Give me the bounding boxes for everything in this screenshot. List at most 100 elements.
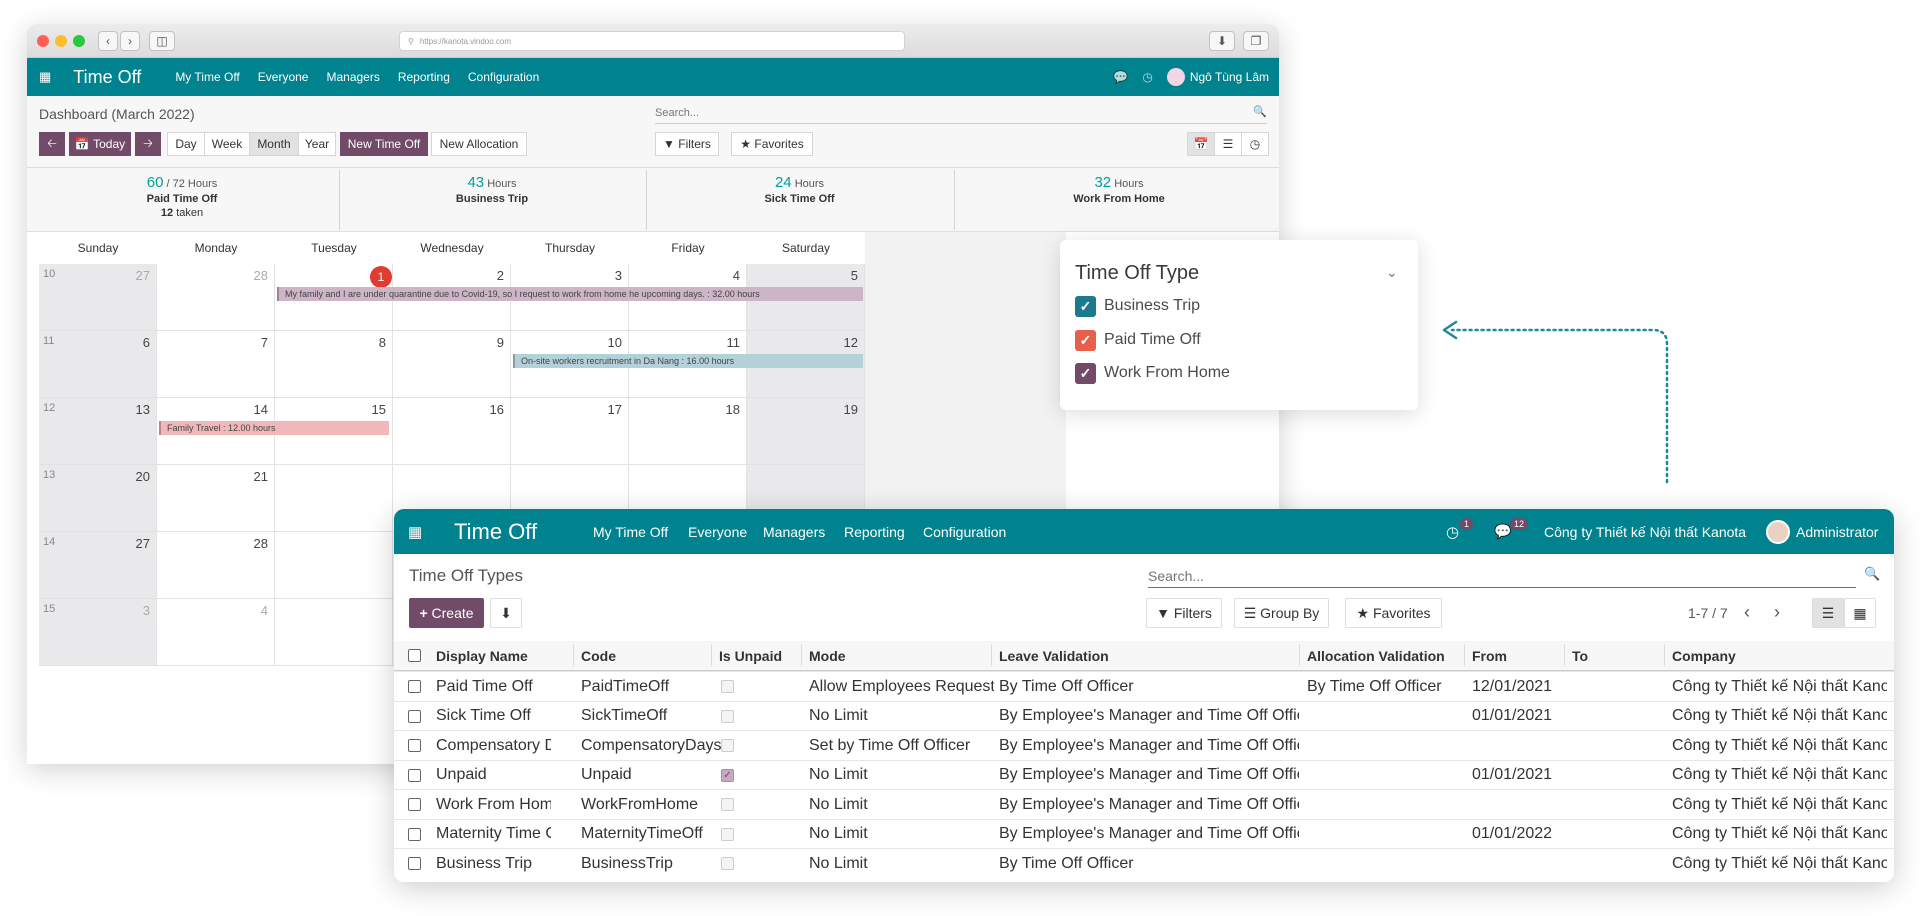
row-checkbox[interactable] (408, 827, 421, 841)
column-header[interactable]: Is Unpaid (719, 641, 789, 670)
select-all-checkbox[interactable] (408, 649, 421, 662)
company-switcher[interactable]: Công ty Thiết kế Nội thất Kanota (1544, 524, 1746, 540)
row-checkbox[interactable] (408, 709, 421, 723)
checkbox-checked-icon[interactable]: ✓ (1075, 362, 1096, 384)
menu-reporting[interactable]: Reporting (844, 524, 905, 540)
list-view-icon[interactable]: ☰ (1214, 132, 1242, 156)
apps-menu-icon[interactable]: ▦ (408, 523, 422, 541)
forward-arrow-icon[interactable]: › (120, 31, 140, 51)
calendar-day-cell[interactable]: 4 (157, 599, 275, 666)
minimize-window-icon[interactable] (55, 35, 67, 47)
row-checkbox[interactable] (408, 680, 421, 693)
new-time-off-button[interactable]: New Time Off (340, 132, 428, 156)
view-week[interactable]: Week (204, 132, 250, 156)
tabs-overview-icon[interactable]: ❐ (1243, 31, 1269, 51)
chat-icon[interactable]: 💬 (1113, 70, 1128, 84)
menu-managers[interactable]: Managers (763, 524, 825, 540)
column-header[interactable]: Leave Validation (999, 641, 1299, 670)
url-bar[interactable]: ⚲ https://kanota.vindoo.com (399, 31, 905, 51)
menu-my-time-off[interactable]: My Time Off (593, 524, 668, 540)
column-header[interactable]: From (1472, 641, 1562, 670)
clock-icon[interactable]: ◷ (1142, 70, 1152, 84)
view-year[interactable]: Year (298, 132, 336, 156)
filter-business-trip[interactable]: ✓ Business Trip (1075, 295, 1200, 317)
calendar-day-cell[interactable]: 28 (157, 264, 275, 331)
calendar-day-cell[interactable]: 28 (157, 532, 275, 599)
calendar-day-cell[interactable]: 9 (393, 331, 511, 398)
table-row[interactable]: Business Trip BusinessTrip No Limit By Time… (394, 848, 1894, 878)
download-icon[interactable]: ⬇ (490, 598, 522, 628)
view-month[interactable]: Month (249, 132, 299, 156)
column-header[interactable]: Allocation Validation (1307, 641, 1462, 670)
calendar-day-cell[interactable]: 7 (157, 331, 275, 398)
favorites-button[interactable]: ★ Favorites (731, 132, 813, 156)
calendar-day-cell[interactable]: 3 15 (39, 599, 157, 666)
table-row[interactable]: Paid Time Off PaidTimeOff Allow Employees … (394, 671, 1894, 701)
calendar-day-cell[interactable]: 27 14 (39, 532, 157, 599)
calendar-day-cell[interactable] (275, 599, 393, 666)
calendar-day-cell[interactable]: 20 13 (39, 465, 157, 532)
calendar-day-cell[interactable]: 6 11 (39, 331, 157, 398)
download-icon[interactable]: ⬇ (1209, 31, 1235, 51)
calendar-event[interactable]: On-site workers recruitment in Da Nang :… (513, 354, 863, 368)
chevron-down-icon[interactable]: ⌄ (1386, 264, 1398, 281)
table-row[interactable]: Maternity Time Off MaternityTimeOff No Lim… (394, 818, 1894, 849)
sidebar-toggle-icon[interactable]: ◫ (149, 31, 175, 51)
filter-work-from-home[interactable]: ✓ Work From Home (1075, 362, 1230, 384)
row-checkbox[interactable] (408, 768, 421, 782)
list-view-icon[interactable]: ☰ (1812, 598, 1844, 628)
next-page-icon[interactable]: › (1774, 602, 1780, 623)
search-input[interactable] (655, 102, 1267, 124)
menu-everyone[interactable]: Everyone (258, 70, 309, 84)
calendar-day-cell[interactable] (275, 532, 393, 599)
menu-my-time-off[interactable]: My Time Off (175, 70, 239, 84)
next-arrow-icon[interactable]: 🡢 (135, 132, 161, 156)
prev-page-icon[interactable]: ‹ (1744, 602, 1750, 623)
table-row[interactable]: Work From Home WorkFromHome No Limit By Emp… (394, 789, 1894, 819)
maximize-window-icon[interactable] (73, 35, 85, 47)
app-brand[interactable]: Time Off (454, 519, 537, 545)
filters-button[interactable]: ▼ Filters (655, 132, 719, 156)
search-icon[interactable]: 🔍 (1253, 105, 1267, 118)
prev-arrow-icon[interactable]: 🡠 (39, 132, 65, 156)
column-header[interactable]: Mode (809, 641, 994, 670)
calendar-day-cell[interactable]: 19 (747, 398, 865, 465)
activity-clock-icon[interactable]: ◷ 1 (1446, 517, 1474, 541)
table-row[interactable]: Unpaid Unpaid ✓ No Limit By Employee's Manag… (394, 759, 1894, 790)
new-allocation-button[interactable]: New Allocation (431, 132, 527, 156)
table-row[interactable]: Sick Time Off SickTimeOff No Limit By Emplo… (394, 700, 1894, 731)
favorites-button[interactable]: ★ Favorites (1345, 598, 1442, 628)
calendar-day-cell[interactable] (275, 465, 393, 532)
menu-managers[interactable]: Managers (326, 70, 379, 84)
column-header[interactable]: To (1572, 641, 1662, 670)
checkbox-checked-icon[interactable]: ✓ (1075, 295, 1096, 317)
messages-icon[interactable]: 💬 12 (1494, 518, 1529, 540)
search-input[interactable] (1148, 564, 1856, 588)
calendar-day-cell[interactable]: 13 12 (39, 398, 157, 465)
filter-paid-time-off[interactable]: ✓ Paid Time Off (1075, 329, 1201, 351)
table-row[interactable]: Compensatory Days CompensatoryDays Set by … (394, 730, 1894, 760)
view-day[interactable]: Day (167, 132, 205, 156)
today-button[interactable]: 📅 Today (69, 132, 131, 156)
menu-configuration[interactable]: Configuration (468, 70, 539, 84)
back-arrow-icon[interactable]: ‹ (98, 31, 118, 51)
menu-configuration[interactable]: Configuration (923, 524, 1006, 540)
row-checkbox[interactable] (408, 798, 421, 811)
search-icon[interactable]: 🔍 (1864, 566, 1880, 582)
group-by-button[interactable]: ☰ Group By (1234, 598, 1329, 628)
column-header[interactable]: Company (1672, 641, 1887, 670)
user-menu[interactable]: Administrator (1766, 519, 1878, 544)
calendar-day-cell[interactable]: 18 (629, 398, 747, 465)
calendar-day-cell[interactable]: 16 (393, 398, 511, 465)
apps-menu-icon[interactable]: ▦ (39, 69, 51, 85)
menu-reporting[interactable]: Reporting (398, 70, 450, 84)
calendar-day-cell[interactable]: 21 (157, 465, 275, 532)
pager-value[interactable]: 1-7 / 7 (1688, 605, 1728, 621)
row-checkbox[interactable] (408, 739, 421, 752)
menu-everyone[interactable]: Everyone (688, 524, 747, 540)
row-checkbox[interactable] (408, 857, 421, 870)
column-header[interactable]: Display Name (436, 641, 551, 670)
calendar-day-cell[interactable]: 8 (275, 331, 393, 398)
create-button[interactable]: + Create (409, 598, 484, 628)
calendar-day-cell[interactable]: 27 10 (39, 264, 157, 331)
